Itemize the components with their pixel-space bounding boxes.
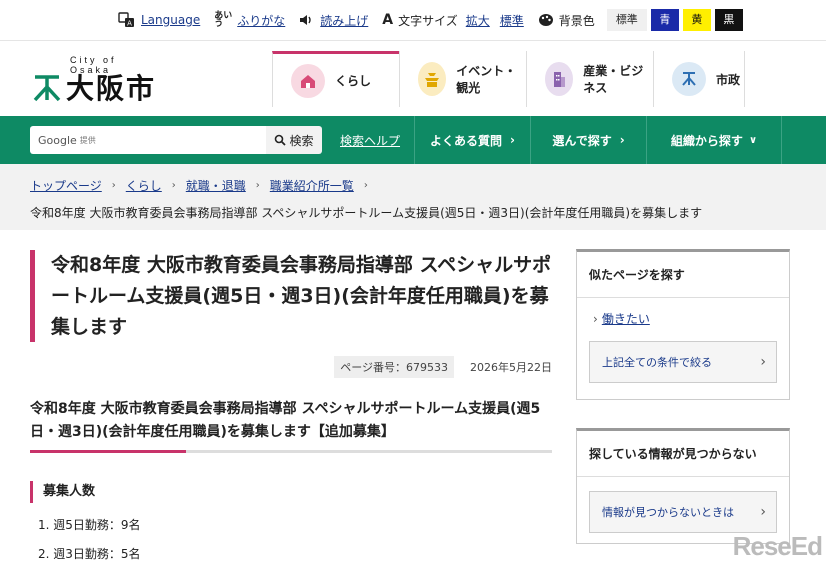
- font-enlarge-link[interactable]: 拡大: [466, 12, 490, 29]
- nav-organization-label: 組織から探す: [671, 132, 743, 149]
- furigana-icon: あいう: [214, 12, 232, 28]
- chevron-right-icon: ›: [620, 133, 625, 147]
- nav-faq[interactable]: よくある質問 ›: [414, 116, 530, 164]
- breadcrumb-links: トップページ › くらし › 就職・退職 › 職業紹介所一覧 ›: [30, 164, 826, 194]
- similar-link-item: › 働きたい: [593, 310, 789, 327]
- chevron-right-icon: ›: [760, 504, 766, 520]
- search-icon: [274, 134, 286, 146]
- similar-pages-panel: 似たページを探す › 働きたい 上記全ての条件で絞る ›: [576, 249, 790, 400]
- section-heading: 募集人数: [30, 481, 552, 503]
- palette-icon: [538, 13, 554, 27]
- language-group[interactable]: A Language: [118, 12, 200, 28]
- nav-faq-label: よくある質問: [430, 132, 502, 149]
- list-item: 1. 週5日勤務：9名: [38, 511, 552, 540]
- speaker-icon: [299, 13, 315, 27]
- breadcrumb-link[interactable]: 職業紹介所一覧: [270, 177, 354, 194]
- furigana-group[interactable]: あいう ふりがな: [214, 12, 285, 29]
- bg-blue-button[interactable]: 青: [651, 9, 679, 31]
- chevron-right-icon: ›: [760, 354, 766, 370]
- chevron-right-icon: ›: [256, 180, 260, 191]
- page-number: ページ番号：679533: [334, 356, 454, 378]
- chevron-right-icon: ›: [112, 180, 116, 191]
- chevron-right-icon: ›: [364, 180, 368, 191]
- city-emblem-icon: [672, 62, 706, 96]
- gnav-label: くらし: [335, 72, 371, 89]
- gnav-kurashi[interactable]: くらし: [272, 51, 399, 107]
- narrow-conditions-button[interactable]: 上記全ての条件で絞る ›: [589, 341, 777, 383]
- chevron-right-icon: ›: [172, 180, 176, 191]
- bg-color-group: 背景色 標準 青 黄 黒: [538, 9, 743, 31]
- search-nav-bar: Google 提供 検索 検索ヘルプ よくある質問 › 選んで探す › 組織から…: [0, 116, 826, 164]
- not-found-label: 情報が見つからないときは: [602, 504, 734, 520]
- recruitment-list: 1. 週5日勤務：9名 2. 週3日勤務：5名: [30, 511, 552, 569]
- bg-black-button[interactable]: 黒: [715, 9, 743, 31]
- site-header: City of Osaka 大阪市 くらし イベント・観光 産業・ビジネス: [0, 40, 826, 116]
- translate-icon: A: [118, 12, 136, 28]
- breadcrumb-current: 令和8年度 大阪市教育委員会事務局指導部 スペシャルサポートルーム支援員(週5日…: [30, 194, 826, 221]
- nav-organization[interactable]: 組織から探す ∨: [646, 116, 782, 164]
- gnav-label: イベント・観光: [456, 62, 526, 96]
- svg-text:A: A: [127, 20, 132, 28]
- nav-select[interactable]: 選んで探す ›: [530, 116, 646, 164]
- castle-icon: [418, 62, 446, 96]
- font-size-group: A 文字サイズ 拡大 標準: [382, 12, 524, 29]
- gnav-event[interactable]: イベント・観光: [399, 51, 526, 107]
- page-date: 2026年5月22日: [470, 359, 552, 375]
- gnav-shisei[interactable]: 市政: [653, 51, 745, 107]
- city-emblem-icon: [32, 73, 62, 107]
- chevron-right-icon: ›: [593, 312, 598, 326]
- watermark-logo: ReseEd: [733, 531, 822, 562]
- bg-color-label: 背景色: [559, 12, 595, 29]
- building-icon: [545, 62, 573, 96]
- read-aloud-link[interactable]: 読み上げ: [320, 12, 368, 29]
- page-meta: ページ番号：679533 2026年5月22日: [30, 356, 552, 378]
- gnav-business[interactable]: 産業・ビジネス: [526, 51, 653, 107]
- logo-city-of: City of Osaka: [70, 55, 156, 75]
- breadcrumb-link[interactable]: くらし: [126, 177, 162, 194]
- search-provided: 提供: [80, 135, 96, 146]
- search-help-link[interactable]: 検索ヘルプ: [340, 132, 400, 149]
- search-input[interactable]: Google 提供: [30, 126, 266, 154]
- font-standard-link[interactable]: 標準: [500, 12, 524, 29]
- gnav-label: 市政: [716, 71, 740, 88]
- font-size-icon: A: [382, 12, 393, 28]
- gnav-label: 産業・ビジネス: [583, 62, 653, 96]
- similar-link[interactable]: 働きたい: [602, 312, 650, 326]
- chevron-right-icon: ›: [510, 133, 515, 147]
- breadcrumb-link[interactable]: トップページ: [30, 177, 102, 194]
- language-link[interactable]: Language: [141, 13, 200, 27]
- house-icon: [291, 64, 325, 98]
- chevron-down-icon: ∨: [749, 135, 757, 146]
- article-subtitle: 令和8年度 大阪市教育委員会事務局指導部 スペシャルサポートルーム支援員(週5日…: [30, 398, 552, 444]
- breadcrumb-link[interactable]: 就職・退職: [186, 177, 246, 194]
- main-content: 令和8年度 大阪市教育委員会事務局指導部 スペシャルサポートルーム支援員(週5日…: [30, 250, 552, 569]
- bg-standard-button[interactable]: 標準: [607, 9, 647, 31]
- not-found-title: 探している情報が見つからない: [577, 431, 789, 477]
- font-size-label: 文字サイズ: [398, 12, 458, 29]
- similar-pages-title: 似たページを探す: [577, 252, 789, 298]
- breadcrumb: トップページ › くらし › 就職・退職 › 職業紹介所一覧 › 令和8年度 大…: [0, 164, 826, 230]
- search-placeholder: Google: [38, 134, 77, 147]
- page-title: 令和8年度 大阪市教育委員会事務局指導部 スペシャルサポートルーム支援員(週5日…: [30, 250, 552, 342]
- not-found-panel: 探している情報が見つからない 情報が見つからないときは ›: [576, 428, 790, 544]
- narrow-conditions-label: 上記全ての条件で絞る: [602, 354, 712, 370]
- subtitle-underline: [30, 450, 552, 453]
- not-found-button[interactable]: 情報が見つからないときは ›: [589, 491, 777, 533]
- list-item: 2. 週3日勤務：5名: [38, 540, 552, 569]
- furigana-link[interactable]: ふりがな: [237, 12, 285, 29]
- accessibility-bar: A Language あいう ふりがな 読み上げ A 文字サイズ 拡大 標準 背…: [0, 0, 826, 40]
- search-button-label: 検索: [289, 132, 313, 149]
- nav-select-label: 選んで探す: [552, 132, 611, 149]
- site-logo[interactable]: City of Osaka 大阪市: [32, 57, 156, 107]
- search-button[interactable]: 検索: [266, 126, 322, 154]
- bg-yellow-button[interactable]: 黄: [683, 9, 711, 31]
- read-aloud-group[interactable]: 読み上げ: [299, 12, 368, 29]
- global-nav: くらし イベント・観光 産業・ビジネス 市政: [272, 51, 745, 107]
